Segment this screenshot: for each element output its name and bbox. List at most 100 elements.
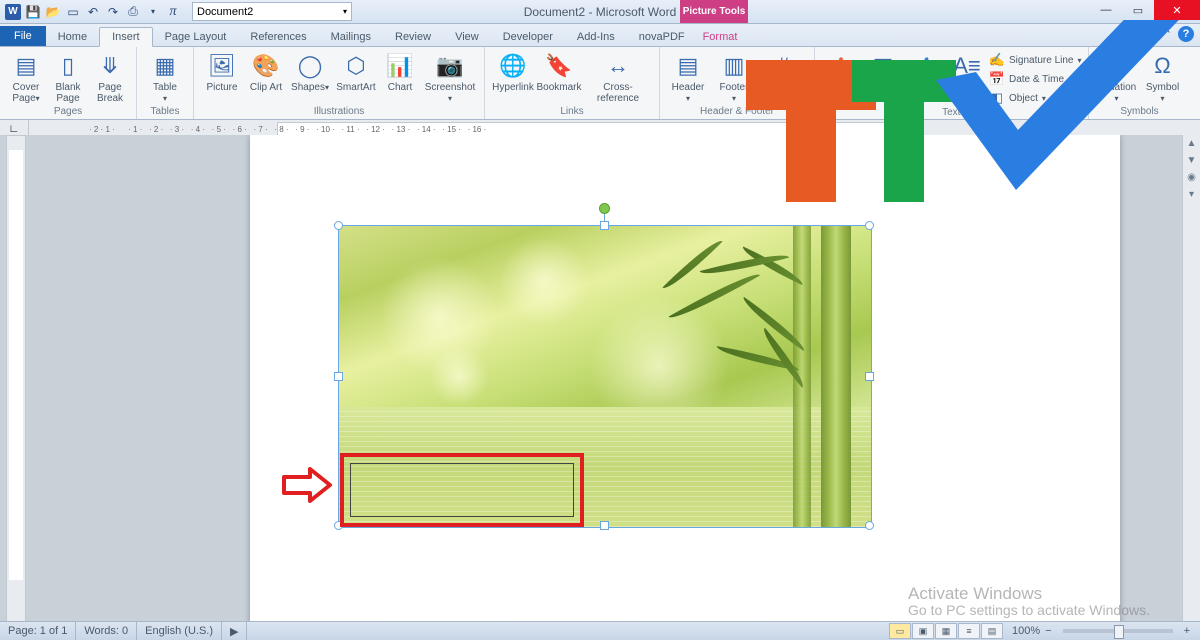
- cover-page-icon: ▤: [10, 51, 42, 81]
- pi-icon[interactable]: π: [164, 3, 182, 21]
- footer-button[interactable]: ▥Footer▾: [712, 49, 756, 106]
- tab-home[interactable]: Home: [46, 28, 99, 46]
- screenshot-button[interactable]: 📷Screenshot▾: [422, 49, 478, 106]
- qat-dropdown-icon[interactable]: ▾: [144, 3, 162, 21]
- resize-handle-e[interactable]: [865, 372, 874, 381]
- view-print-layout-button[interactable]: ▭: [889, 623, 911, 639]
- chart-button[interactable]: 📊Chart: [380, 49, 420, 106]
- status-language[interactable]: English (U.S.): [137, 622, 222, 640]
- symbol-icon: Ω: [1147, 51, 1179, 81]
- tab-view[interactable]: View: [443, 28, 491, 46]
- view-draft-button[interactable]: ▤: [981, 623, 1003, 639]
- text-box-placeholder[interactable]: [350, 463, 574, 517]
- equation-button[interactable]: πEquation▾: [1095, 49, 1139, 106]
- picture-button[interactable]: 🖼Picture: [200, 49, 244, 106]
- drop-cap-button[interactable]: A≡Drop Cap▾: [947, 49, 987, 107]
- header-button[interactable]: ▤Header▾: [666, 49, 710, 106]
- watermark-line2: Go to PC settings to activate Windows.: [908, 602, 1150, 618]
- tab-addins[interactable]: Add-Ins: [565, 28, 627, 46]
- tab-references[interactable]: References: [238, 28, 318, 46]
- group-text: AText Box▾ ▣Quick Parts▾ AWordArt▾ A≡Dro…: [815, 47, 1089, 119]
- next-page-icon[interactable]: ▾: [1183, 186, 1200, 203]
- open-icon[interactable]: 📂: [44, 3, 62, 21]
- view-web-button[interactable]: ▦: [935, 623, 957, 639]
- title-bar: W 💾 📂 ▭ ↶ ↷ ⎙ ▾ π Document2 ▾ Document2 …: [0, 0, 1200, 24]
- hyperlink-button[interactable]: 🌐Hyperlink: [491, 49, 535, 106]
- rotation-handle[interactable]: [599, 203, 610, 214]
- clip-art-label: Clip Art: [250, 82, 282, 93]
- symbol-button[interactable]: ΩSymbol▾: [1141, 49, 1185, 106]
- date-time-label: Date & Time: [1009, 74, 1064, 85]
- resize-handle-n[interactable]: [600, 221, 609, 230]
- table-button[interactable]: ▦Table▾: [143, 49, 187, 106]
- object-button[interactable]: ◧Object ▾: [989, 89, 1082, 107]
- text-box-button[interactable]: AText Box▾: [821, 49, 861, 107]
- group-name-links: Links: [491, 106, 653, 119]
- tab-page-layout[interactable]: Page Layout: [153, 28, 239, 46]
- bookmark-button[interactable]: 🔖Bookmark: [537, 49, 581, 106]
- smartart-button[interactable]: ⬡SmartArt: [334, 49, 378, 106]
- blank-page-button[interactable]: ▯Blank Page: [48, 49, 88, 106]
- quick-parts-button[interactable]: ▣Quick Parts▾: [863, 49, 903, 107]
- help-icon[interactable]: ?: [1178, 26, 1194, 42]
- cover-page-button[interactable]: ▤Cover Page▾: [6, 49, 46, 106]
- cross-reference-button[interactable]: ↔Cross-reference: [583, 49, 653, 106]
- group-name-text: Text: [821, 107, 1082, 120]
- zoom-out-button[interactable]: −: [1041, 625, 1055, 637]
- status-words[interactable]: Words: 0: [76, 622, 137, 640]
- close-button[interactable]: ✕: [1154, 0, 1200, 20]
- new-icon[interactable]: ▭: [64, 3, 82, 21]
- zoom-level[interactable]: 100%: [1012, 625, 1040, 637]
- signature-line-button[interactable]: ✍Signature Line ▾: [989, 51, 1082, 69]
- date-time-button[interactable]: 📅Date & Time: [989, 70, 1082, 88]
- tab-file[interactable]: File: [0, 26, 46, 46]
- zoom-in-button[interactable]: +: [1180, 625, 1194, 637]
- resize-handle-se[interactable]: [865, 521, 874, 530]
- page-break-button[interactable]: ⤋Page Break: [90, 49, 130, 106]
- text-small-stack: ✍Signature Line ▾ 📅Date & Time ◧Object ▾: [989, 49, 1082, 107]
- document-combo[interactable]: Document2 ▾: [192, 2, 352, 21]
- document-area: ▲ ▼ ◉ ▾: [0, 135, 1200, 622]
- minimize-button[interactable]: —: [1090, 0, 1122, 20]
- resize-handle-ne[interactable]: [865, 221, 874, 230]
- redo-icon[interactable]: ↷: [104, 3, 122, 21]
- page[interactable]: [250, 135, 1120, 622]
- status-macro-icon[interactable]: ▶: [222, 622, 247, 640]
- clip-art-icon: 🎨: [250, 51, 282, 81]
- shapes-button[interactable]: ◯Shapes▾: [288, 49, 332, 106]
- scroll-up-icon[interactable]: ▲: [1183, 135, 1200, 152]
- quick-access-toolbar: W 💾 📂 ▭ ↶ ↷ ⎙ ▾ π: [0, 3, 182, 21]
- header-label: Header: [672, 82, 705, 93]
- tab-review[interactable]: Review: [383, 28, 443, 46]
- blank-page-icon: ▯: [52, 51, 84, 81]
- view-full-screen-button[interactable]: ▣: [912, 623, 934, 639]
- window-controls: — ▭ ✕: [1090, 0, 1200, 20]
- view-outline-button[interactable]: ≡: [958, 623, 980, 639]
- prev-page-icon[interactable]: ◉: [1183, 169, 1200, 186]
- zoom-thumb[interactable]: [1114, 625, 1124, 639]
- tab-mailings[interactable]: Mailings: [319, 28, 383, 46]
- scroll-down-icon[interactable]: ▼: [1183, 152, 1200, 169]
- vertical-scrollbar[interactable]: ▲ ▼ ◉ ▾: [1182, 135, 1200, 622]
- tab-developer[interactable]: Developer: [491, 28, 565, 46]
- restore-button[interactable]: ▭: [1122, 0, 1154, 20]
- tab-insert[interactable]: Insert: [99, 27, 153, 47]
- tab-format[interactable]: Format: [680, 28, 760, 46]
- minimize-ribbon-icon[interactable]: ⌃: [1163, 28, 1172, 41]
- save-icon[interactable]: 💾: [24, 3, 42, 21]
- status-page[interactable]: Page: 1 of 1: [0, 622, 76, 640]
- vertical-ruler[interactable]: [6, 135, 26, 622]
- signature-icon: ✍: [989, 52, 1005, 68]
- header-icon: ▤: [672, 51, 704, 81]
- resize-handle-w[interactable]: [334, 372, 343, 381]
- clip-art-button[interactable]: 🎨Clip Art: [246, 49, 286, 106]
- zoom-slider[interactable]: [1063, 629, 1173, 633]
- page-number-label: Page Number: [763, 82, 799, 104]
- undo-icon[interactable]: ↶: [84, 3, 102, 21]
- smartart-label: SmartArt: [336, 82, 375, 93]
- wordart-button[interactable]: AWordArt▾: [905, 49, 945, 107]
- resize-handle-s[interactable]: [600, 521, 609, 530]
- resize-handle-nw[interactable]: [334, 221, 343, 230]
- print-icon[interactable]: ⎙: [124, 3, 142, 21]
- page-number-button[interactable]: #Page Number▾: [758, 49, 808, 106]
